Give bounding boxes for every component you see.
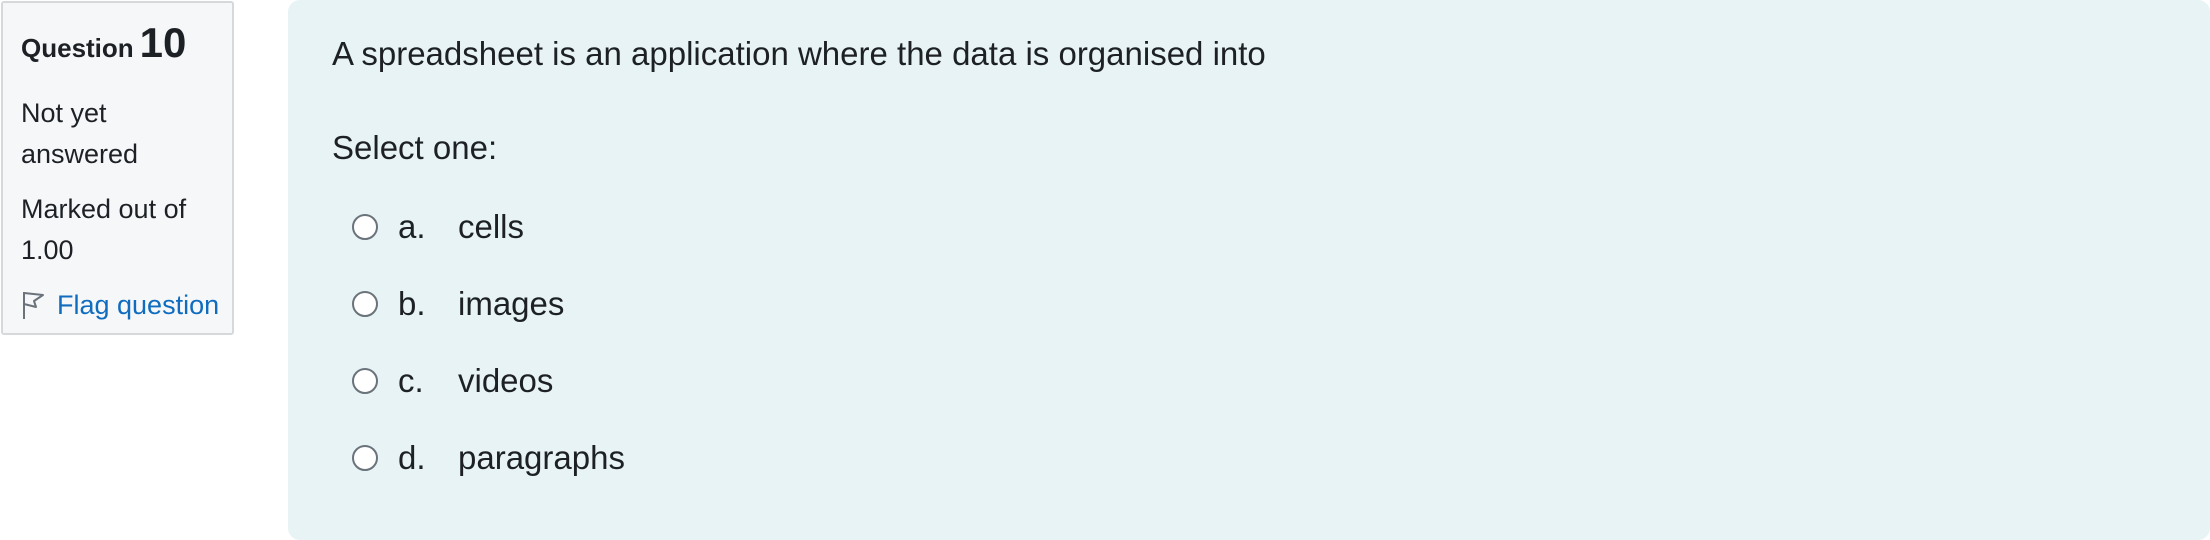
flag-question-label[interactable]: Flag question (57, 287, 219, 323)
radio-button[interactable] (352, 290, 378, 317)
answer-text[interactable]: videos (458, 362, 553, 400)
answer-letter: b. (398, 284, 426, 322)
flag-question-link[interactable]: Flag question (21, 287, 219, 323)
answer-letter: d. (398, 438, 426, 476)
question-info-panel: Question 10 Not yet answered Marked out o… (1, 1, 234, 335)
answer-letter: a. (398, 207, 426, 245)
answer-option-a[interactable]: a. cells (332, 188, 2210, 265)
answer-letter: c. (398, 361, 424, 399)
radio-button[interactable] (352, 444, 378, 471)
answer-list: a. cells b. images c. videos d. paragrap… (332, 188, 2210, 496)
answer-text[interactable]: cells (458, 208, 524, 246)
answer-text[interactable]: paragraphs (458, 439, 625, 477)
answer-option-d[interactable]: d. paragraphs (332, 419, 2210, 496)
select-one-prompt: Select one: (332, 129, 498, 166)
answer-text[interactable]: images (458, 285, 564, 323)
answer-option-b[interactable]: b. images (332, 265, 2210, 342)
answer-option-c[interactable]: c. videos (332, 342, 2210, 419)
question-label: Question (21, 33, 134, 63)
question-content: A spreadsheet is an application where th… (288, 0, 2210, 540)
question-title: Question 10 (21, 19, 214, 77)
question-state: Not yet answered (21, 98, 139, 169)
question-number: 10 (139, 19, 187, 66)
radio-button[interactable] (352, 367, 378, 394)
question-grade: Marked out of 1.00 (21, 194, 187, 265)
flag-icon (23, 292, 44, 319)
question-text: A spreadsheet is an application where th… (332, 35, 1266, 72)
radio-button[interactable] (352, 213, 378, 240)
